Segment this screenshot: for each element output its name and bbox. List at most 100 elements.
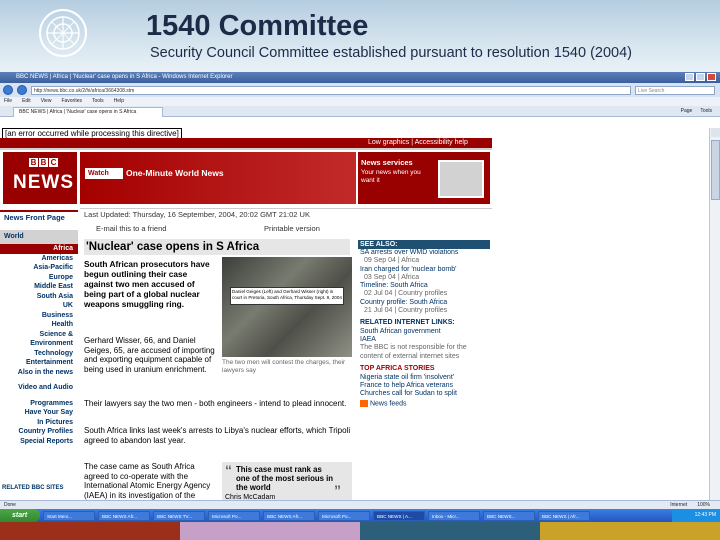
story-paragraph: Gerhard Wisser, 66, and Daniel Geiges, 6…	[84, 336, 215, 374]
scroll-up-arrow-icon[interactable]	[711, 128, 720, 137]
story-paragraph: South Africa links last week's arrests t…	[84, 426, 351, 445]
zone-label: Internet	[670, 502, 688, 508]
story-intro: South African prosecutors have begun out…	[84, 259, 210, 309]
maximize-button[interactable]	[696, 73, 705, 81]
taskbar-item[interactable]: BBC NEWS Afr...	[263, 510, 315, 521]
status-bar: Done Internet 100%	[0, 500, 720, 509]
taskbar-item[interactable]: Microsoft Po...	[208, 510, 260, 521]
related-bbc-sites: RELATED BBC SITES	[2, 485, 64, 491]
close-button[interactable]	[707, 73, 716, 81]
browser-title: BBC NEWS | Africa | 'Nuclear' case opens…	[16, 74, 233, 80]
taskbar-item[interactable]: BBC NEWS | A...	[373, 510, 425, 521]
menu-edit[interactable]: Edit	[22, 97, 31, 106]
forward-button[interactable]	[17, 85, 27, 95]
start-button[interactable]: start	[0, 509, 40, 522]
low-graphics-link[interactable]: Low graphics | Accessibility help	[368, 139, 468, 146]
tab-bbc-news[interactable]: BBC NEWS | Africa | 'Nuclear' case opens…	[13, 107, 163, 117]
scroll-thumb[interactable]	[711, 140, 720, 200]
footer-color-block	[360, 522, 540, 540]
back-button[interactable]	[3, 85, 13, 95]
nav-in-pictures[interactable]: In Pictures	[0, 418, 78, 428]
nav-uk[interactable]: UK	[0, 301, 78, 311]
top-story-link[interactable]: Churches call for Sudan to split	[358, 390, 490, 398]
news-services-promo[interactable]: News services Your news when you want it	[358, 152, 490, 204]
nav-news-front-page[interactable]: News Front Page	[0, 210, 78, 228]
related-link[interactable]: South African government	[358, 328, 490, 336]
quote-text: This case must rank as one of the most s…	[236, 465, 334, 492]
taskbar-item[interactable]: BBC NEWS Afr...	[98, 510, 150, 521]
menu-tools[interactable]: Tools	[92, 97, 104, 106]
bbc-logo-boxes: B B C	[29, 158, 58, 167]
search-input[interactable]: Live Search	[635, 85, 715, 95]
nav-africa[interactable]: Africa	[0, 244, 78, 254]
related-link[interactable]: IAEA	[358, 336, 490, 344]
menu-favorites[interactable]: Favorites	[61, 97, 82, 106]
nav-programmes[interactable]: Programmes	[0, 399, 78, 409]
browser-window: BBC NEWS | Africa | 'Nuclear' case opens…	[0, 72, 720, 513]
banner-title: One-Minute World News	[126, 168, 224, 178]
last-updated: Last Updated: Thursday, 16 September, 20…	[84, 210, 310, 219]
nav-south-asia[interactable]: South Asia	[0, 292, 78, 302]
nav-asia-pacific[interactable]: Asia-Pacific	[0, 263, 78, 273]
taskbar-item[interactable]: Microsoft Po...	[318, 510, 370, 521]
see-also-link[interactable]: Country profile: South Africa	[358, 299, 490, 307]
story-paragraph: The case came as South Africa agreed to …	[84, 462, 211, 502]
taskbar-item[interactable]: Inbox - Micr...	[428, 510, 480, 521]
bbc-page: Low graphics | Accessibility help B B C …	[0, 138, 708, 502]
divider	[80, 208, 492, 209]
rss-icon	[360, 400, 368, 408]
nav-country-profiles[interactable]: Country Profiles	[0, 427, 78, 437]
slide-title: 1540 Committee	[146, 10, 369, 42]
watch-button[interactable]: Watch	[85, 168, 123, 179]
nav-entertainment[interactable]: Entertainment	[0, 358, 78, 368]
menu-view[interactable]: View	[41, 97, 52, 106]
news-feeds-row[interactable]: News feeds	[358, 400, 490, 408]
nav-americas[interactable]: Americas	[0, 254, 78, 264]
tab-tools: Page Tools	[681, 108, 712, 114]
page-menu-button[interactable]: Page	[681, 108, 693, 114]
vertical-scrollbar[interactable]	[709, 128, 720, 502]
open-quote-icon: “	[225, 462, 232, 478]
zoom-level[interactable]: 100%	[697, 501, 710, 509]
see-also-link[interactable]: SA arrests over WMD violations	[358, 249, 490, 257]
menu-help[interactable]: Help	[114, 97, 124, 106]
bbc-letter: C	[49, 158, 58, 167]
top-story-link[interactable]: France to help Africa veterans	[358, 382, 490, 390]
url-field[interactable]: http://news.bbc.co.uk/2/hi/africa/366430…	[31, 85, 631, 95]
tools-menu-button[interactable]: Tools	[700, 108, 712, 114]
devices-icon	[438, 160, 484, 198]
taskbar-item[interactable]: BBC NEWS...	[483, 510, 535, 521]
nav-business[interactable]: Business	[0, 311, 78, 321]
bbc-news-logo[interactable]: B B C NEWS	[3, 152, 77, 204]
slide-header: 1540 Committee Security Council Committe…	[0, 0, 720, 72]
story-photo: Daniel Geiges (Left) and Gerhard Wisser …	[222, 257, 352, 357]
nav-health[interactable]: Health	[0, 320, 78, 330]
nav-europe[interactable]: Europe	[0, 273, 78, 283]
window-controls	[685, 73, 716, 81]
news-feeds-link[interactable]: News feeds	[370, 401, 407, 408]
top-stories-heading: TOP AFRICA STORIES	[360, 365, 435, 373]
top-story-link[interactable]: Nigeria state oil firm 'insolvent'	[358, 374, 490, 382]
nav-special-reports[interactable]: Special Reports	[0, 437, 78, 447]
nav-also-in-the-news[interactable]: Also in the news	[0, 368, 78, 378]
nav-science-environment[interactable]: Science & Environment	[0, 330, 78, 349]
see-also-link[interactable]: Iran charged for 'nuclear bomb'	[358, 266, 490, 274]
nav-middle-east[interactable]: Middle East	[0, 282, 78, 292]
see-also-date: 21 Jul 04 | Country profiles	[364, 307, 448, 315]
one-minute-news-banner[interactable]: Watch One-Minute World News	[80, 152, 356, 204]
slide-subtitle: Security Council Committee established p…	[150, 45, 632, 61]
taskbar-item[interactable]: Start Meni...	[43, 510, 95, 521]
printable-version-link[interactable]: Printable version	[264, 224, 320, 233]
nav-video-audio[interactable]: Video and Audio	[0, 383, 78, 393]
see-also-link[interactable]: Timeline: South Africa	[358, 282, 490, 290]
email-friend-link[interactable]: E-mail this to a friend	[96, 224, 166, 233]
minimize-button[interactable]	[685, 73, 694, 81]
menu-bar: File Edit View Favorites Tools Help	[0, 97, 720, 106]
nav-have-your-say[interactable]: Have Your Say	[0, 408, 78, 418]
nav-technology[interactable]: Technology	[0, 349, 78, 359]
taskbar-item[interactable]: BBC NEWS TV...	[153, 510, 205, 521]
footer-color-block	[0, 522, 180, 540]
taskbar-item[interactable]: BBC NEWS | Afr...	[538, 510, 590, 521]
nav-world[interactable]: World	[0, 230, 78, 244]
menu-file[interactable]: File	[4, 97, 12, 106]
